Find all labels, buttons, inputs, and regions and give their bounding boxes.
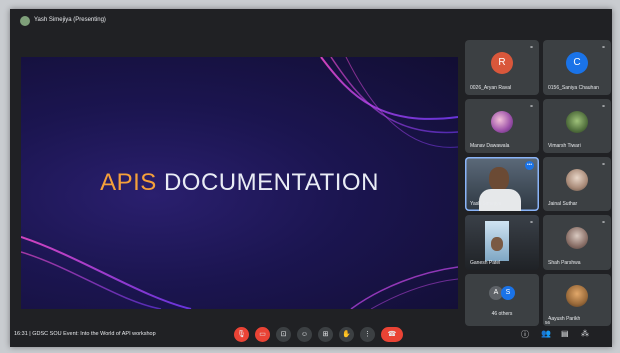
chat-icon[interactable]: ▤	[561, 329, 569, 338]
avatar	[566, 284, 588, 307]
mic-off-icon: ⚬	[600, 162, 606, 168]
mic-off-icon: ⚬	[600, 45, 606, 51]
participant-name: 0026_Aryan Raval	[470, 85, 512, 91]
captions-button[interactable]: ⊡	[276, 327, 291, 342]
participant-tile[interactable]: ⚬ Manav Dawawala	[465, 99, 539, 153]
meeting-time: 16:31	[14, 331, 28, 337]
participant-video-tile[interactable]: ⚬ Ganesh Patel	[465, 215, 539, 270]
participants-count-badge: 56	[543, 319, 553, 326]
avatar	[566, 227, 588, 250]
avatar: C	[566, 52, 588, 75]
participant-tile[interactable]: Aayush Parikh	[543, 274, 611, 326]
others-tile[interactable]: A S 46 others	[465, 274, 539, 326]
others-count: 46 others	[491, 311, 513, 317]
participant-video-tile[interactable]: ••• Yash Simejiya	[465, 157, 539, 211]
present-button[interactable]: ⊞	[318, 327, 333, 342]
participant-name: Vimarsh Tiwari	[548, 143, 581, 149]
participant-name: Jainal Suthar	[548, 201, 578, 207]
camera-off-button[interactable]: ▭	[255, 327, 270, 342]
activities-icon[interactable]: ⁂	[581, 329, 589, 338]
more-options-button[interactable]: ⋮	[360, 327, 375, 342]
meeting-info: 16:31 | GDSC SOU Event: Into the World o…	[14, 331, 156, 337]
emoji-button[interactable]: ☺	[297, 327, 312, 342]
participant-tile[interactable]: ⚬ Shah Parshwa	[543, 215, 611, 270]
mic-off-icon: ⚬	[528, 220, 534, 226]
top-bar: Yash Simejiya (Presenting)	[10, 9, 612, 33]
presenting-label: Yash Simejiya (Presenting)	[34, 17, 106, 23]
presenter-avatar	[20, 16, 30, 26]
people-icon[interactable]: 👥	[541, 329, 551, 338]
avatar	[491, 110, 513, 133]
participant-name: Manav Dawawala	[470, 143, 510, 149]
avatar	[566, 110, 588, 133]
slide-title: APIS DOCUMENTATION	[21, 169, 458, 197]
participant-name: 0156_Saniya Chauhan	[548, 85, 599, 91]
meet-window: Yash Simejiya (Presenting) APIS DOCUMENT…	[10, 9, 612, 347]
separator: |	[29, 331, 31, 337]
shared-screen-slide: APIS DOCUMENTATION	[21, 57, 458, 309]
participant-name: Shah Parshwa	[548, 260, 581, 266]
participant-tile[interactable]: R ⚬ 0026_Aryan Raval	[465, 40, 539, 95]
video-person-body	[479, 189, 521, 211]
participant-tile[interactable]: ⚬ Jainal Suthar	[543, 157, 611, 211]
video-person-head	[491, 237, 503, 251]
avatar	[566, 168, 588, 191]
avatar: R	[491, 52, 513, 75]
leave-call-button[interactable]: ☎	[381, 327, 403, 342]
slide-title-apis: APIS	[100, 169, 157, 196]
video-person-head	[489, 167, 509, 191]
mic-off-button[interactable]: 🎙	[234, 327, 249, 342]
participant-name: Yash Simejiya	[470, 201, 502, 207]
participant-name: Ganesh Patel	[470, 260, 501, 266]
raise-hand-button[interactable]: ✋	[339, 327, 354, 342]
slide-title-documentation: DOCUMENTATION	[163, 169, 379, 196]
avatar: S	[501, 286, 515, 300]
mic-off-icon: ⚬	[600, 220, 606, 226]
info-icon[interactable]: ⓘ	[521, 329, 529, 340]
meeting-title: GDSC SOU Event: Into the World of API wo…	[32, 331, 156, 337]
more-options-icon[interactable]: •••	[525, 161, 534, 170]
mic-off-icon: ⚬	[600, 104, 606, 110]
mic-off-icon: ⚬	[528, 45, 534, 51]
participant-tile[interactable]: ⚬ Vimarsh Tiwari	[543, 99, 611, 153]
mic-off-icon: ⚬	[528, 104, 534, 110]
participant-tile[interactable]: C ⚬ 0156_Saniya Chauhan	[543, 40, 611, 95]
bottom-bar: 16:31 | GDSC SOU Event: Into the World o…	[10, 319, 612, 347]
